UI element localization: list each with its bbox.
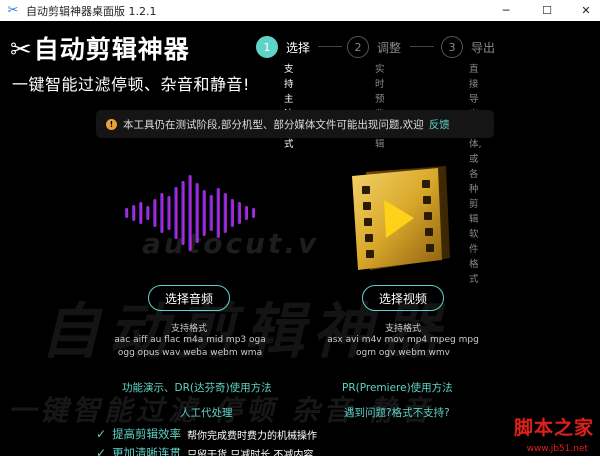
step-label: 选择	[286, 41, 311, 55]
minimize-button[interactable]: ─	[486, 0, 526, 21]
waveform-bar	[230, 199, 234, 227]
feature-efficiency: ✓ 提高剪辑效率 帮你完成费时费力的机械操作	[96, 426, 317, 442]
waveform-bar	[216, 188, 220, 238]
waveform-bar	[153, 199, 157, 227]
scissors-app-icon: ✂	[7, 2, 19, 18]
waveform-bar	[181, 181, 185, 245]
site-watermark-url: www.jb51.net	[526, 444, 588, 454]
waveform-bar	[209, 195, 213, 231]
site-watermark-brand: 脚本之家	[513, 417, 594, 439]
step-label: 导出	[471, 41, 496, 55]
title-bar: ✂ 自动剪辑神器桌面版 1.2.1 ─ ☐ ✕	[0, 0, 600, 21]
step-number: 3	[441, 36, 463, 58]
feature-description: 帮你完成费时费力的机械操作	[187, 430, 318, 442]
video-formats-list: asx avi m4v mov mp4 mpeg mpg ogm ogv web…	[327, 335, 479, 358]
dr-tutorial-link[interactable]: 功能演示、DR(达芬奇)使用方法	[122, 380, 272, 395]
step-number: 2	[347, 36, 369, 58]
video-film-icon	[352, 166, 450, 270]
waveform-bar	[223, 193, 227, 233]
select-audio-button[interactable]: 选择音频	[148, 285, 230, 311]
waveform-bar	[160, 193, 164, 233]
main-content: 自动剪辑神器 autocut.v 一键智能过滤 停顿 杂音 静音 ✂ 自动剪辑神…	[0, 21, 600, 456]
waveform-bar	[195, 183, 199, 243]
scissors-icon: ✂	[10, 35, 32, 65]
waveform-bar	[251, 208, 255, 218]
app-name: 自动剪辑神器	[33, 35, 190, 64]
manual-processing-link[interactable]: 人工代处理	[180, 405, 233, 420]
maximize-button[interactable]: ☐	[527, 0, 567, 21]
close-button[interactable]: ✕	[566, 0, 600, 21]
check-icon: ✓	[96, 446, 107, 456]
feature-title: 更加清晰连贯	[112, 446, 182, 456]
test-notice-banner: ! 本工具仍在测试阶段,部分机型、部分媒体文件可能出现问题,欢迎 反馈	[96, 110, 494, 138]
select-video-button[interactable]: 选择视频	[362, 285, 444, 311]
feedback-link[interactable]: 反馈	[429, 117, 450, 132]
waveform-bar	[237, 202, 241, 224]
waveform-bar	[146, 206, 150, 220]
waveform-bar	[244, 206, 248, 220]
feature-clarity: ✓ 更加清晰连贯 只留干货,只减时长,不减内容	[96, 445, 313, 456]
step-description: 实时预览, 编辑	[375, 64, 388, 150]
waveform-bar	[139, 202, 143, 224]
app-logo: ✂ 自动剪辑神器	[10, 35, 190, 65]
waveform-bar	[125, 208, 129, 218]
check-icon: ✓	[96, 427, 107, 441]
warning-icon: !	[106, 118, 117, 130]
notice-text: 本工具仍在测试阶段,部分机型、部分媒体文件可能出现问题,欢迎	[123, 118, 424, 131]
pr-tutorial-link[interactable]: PR(Premiere)使用方法	[342, 380, 453, 395]
problem-help-link[interactable]: 遇到问题?格式不支持?	[344, 405, 450, 420]
video-formats-title: 支持格式	[384, 324, 421, 334]
app-slogan: 一键智能过滤停顿、杂音和静音!	[12, 75, 250, 94]
window-title: 自动剪辑神器桌面版 1.2.1	[26, 4, 157, 18]
audio-formats-list: aac aiff au flac m4a mid mp3 oga ogg opu…	[114, 335, 266, 358]
audio-formats-title: 支持格式	[170, 324, 207, 334]
step-description: 直接导出媒体, 或各种 剪辑软件格式	[469, 64, 482, 285]
step-description: 支持主流视 式	[284, 64, 294, 150]
waveform-bar	[202, 190, 206, 236]
waveform-bar	[174, 187, 178, 239]
waveform-bar	[167, 196, 171, 230]
step-label: 调整	[377, 41, 402, 55]
step-connector	[410, 46, 434, 47]
step-number: 1	[256, 36, 278, 58]
audio-waveform-icon	[125, 175, 255, 251]
step-connector	[318, 46, 342, 47]
waveform-bar	[132, 205, 136, 221]
waveform-bar	[188, 175, 192, 251]
feature-description: 只留干货,只减时长,不减内容	[187, 449, 314, 456]
feature-title: 提高剪辑效率	[112, 427, 182, 441]
